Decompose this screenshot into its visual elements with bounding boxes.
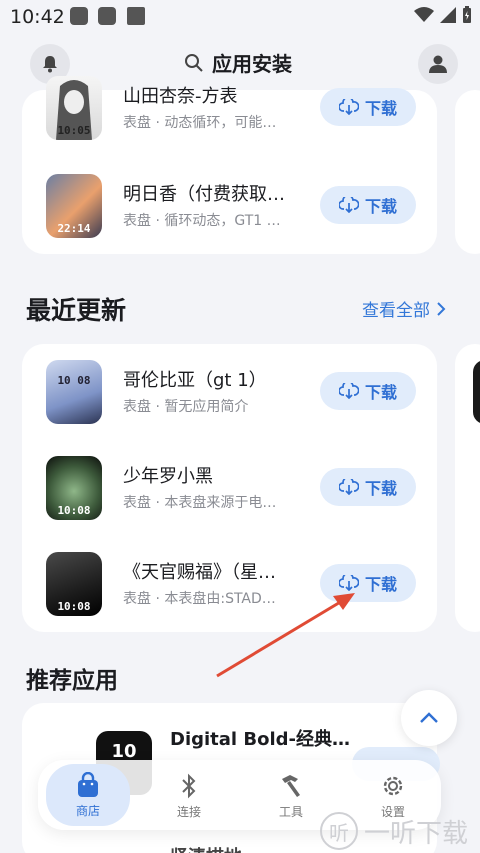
section-title-recommended: 推荐应用 (26, 668, 118, 694)
app-name: 少年罗小黑 (123, 466, 213, 487)
app-name: 哥伦比亚（gt 1） (123, 370, 267, 391)
download-button[interactable]: 下载 (320, 468, 416, 506)
cloud-download-icon (338, 197, 359, 213)
annotation-arrow (216, 593, 355, 678)
watermark: 听 一听下载 (320, 812, 468, 850)
chevron-up-icon (420, 712, 438, 723)
scroll-to-top-button[interactable] (401, 690, 457, 746)
download-button[interactable]: 下载 (320, 88, 416, 126)
app-description: 表盘 · 暂无应用简介 (123, 399, 249, 415)
app-list-card: 10:05 山田杏奈-方表 表盘 · 动态循环，可能… 下载 22:14 明日香… (22, 76, 437, 254)
cloud-download-icon (338, 479, 359, 495)
app-name: Digital Bold-经典… (170, 729, 350, 750)
bluetooth-icon (182, 773, 196, 798)
list-item[interactable]: 22:14 明日香（付费获取… 表盘 · 循环动态，GT1 … 下载 (22, 158, 437, 254)
notification-icon (98, 7, 116, 25)
app-description: 表盘 · 动态循环，可能… (123, 115, 277, 131)
app-thumbnail: 10:08 (46, 456, 102, 520)
download-button[interactable]: 下载 (320, 372, 416, 410)
list-item[interactable]: 10:08 少年罗小黑 表盘 · 本表盘来源于电… 下载 (22, 440, 437, 536)
battery-icon (463, 6, 471, 23)
download-button[interactable]: 下载 (320, 186, 416, 224)
chevron-right-icon (437, 301, 446, 316)
app-thumbnail: 10 08 (46, 360, 102, 424)
status-time: 10:42 (10, 6, 65, 28)
app-thumbnail: 10:08 (46, 552, 102, 616)
list-item[interactable]: 10:05 山田杏奈-方表 表盘 · 动态循环，可能… 下载 (22, 60, 437, 156)
cloud-download-icon (338, 99, 359, 115)
app-description: 表盘 · 本表盘来源于电… (123, 495, 277, 511)
nav-connect[interactable]: 连接 (154, 768, 224, 824)
hammer-icon (282, 774, 300, 797)
notification-icon (127, 7, 145, 25)
next-card-peek[interactable] (455, 344, 480, 632)
see-all-link[interactable]: 查看全部 (362, 296, 446, 321)
cloud-download-icon (338, 383, 359, 399)
signal-icon (440, 7, 456, 23)
gear-icon (383, 776, 403, 795)
next-card-peek[interactable] (455, 90, 480, 254)
status-bar: 10:42 (0, 0, 480, 34)
nav-tools[interactable]: 工具 (256, 768, 326, 824)
app-thumbnail: 10:05 (46, 76, 102, 140)
section-title-recent: 最近更新 (26, 296, 127, 325)
list-item[interactable]: 10 08 哥伦比亚（gt 1） 表盘 · 暂无应用简介 下载 (22, 344, 437, 440)
app-name: 山田杏奈-方表 (123, 86, 238, 107)
app-name: 肾清描地 (170, 843, 242, 853)
watermark-logo-icon: 听 (320, 812, 358, 850)
nav-store[interactable]: 商店 (46, 764, 130, 826)
bag-icon (78, 771, 98, 797)
wifi-icon (414, 7, 434, 22)
app-thumbnail: 22:14 (46, 174, 102, 238)
app-name: 明日香（付费获取… (123, 184, 285, 205)
app-name: 《天官赐福》（星… (123, 562, 276, 583)
notification-icon (70, 7, 88, 25)
app-description: 表盘 · 循环动态，GT1 … (123, 213, 281, 229)
